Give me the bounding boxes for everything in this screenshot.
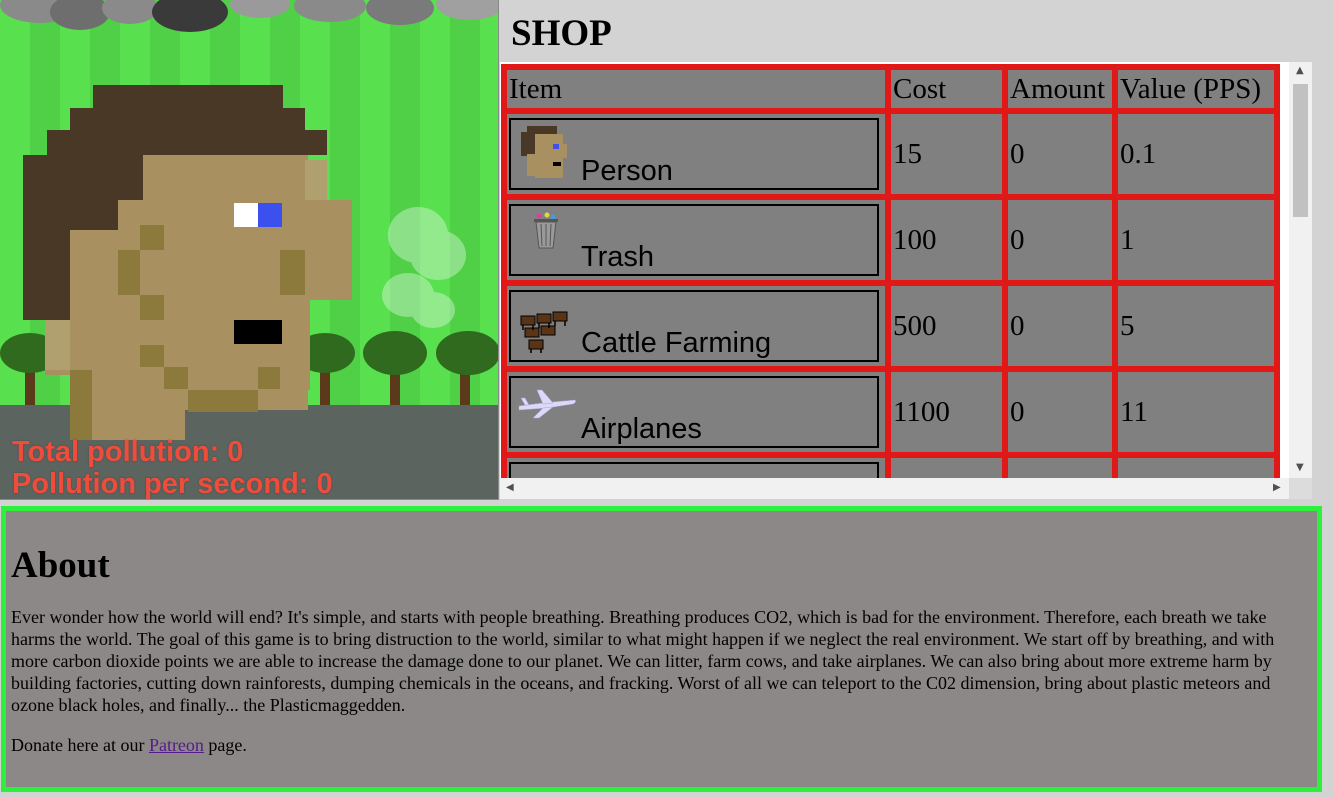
item-name: Person <box>581 155 673 187</box>
pollution-per-second-label: Pollution per second: <box>12 468 317 500</box>
item-name: Airplanes <box>581 413 702 445</box>
shop-item-cell: Cattle Farming <box>505 284 887 368</box>
scroll-left-arrow-icon[interactable]: ◀ <box>506 482 514 493</box>
item-value: 5 <box>1116 284 1276 368</box>
game-canvas: Total pollution: 0 Pollution per second:… <box>0 0 499 500</box>
shop-item-cell: Trash <box>505 198 887 282</box>
vertical-scrollbar[interactable]: ▲ ▼ <box>1289 62 1312 478</box>
item-value: 11 <box>1116 370 1276 454</box>
shop-scroll-container[interactable]: Item Cost Amount Value (PPS) Person 15 0… <box>500 62 1312 499</box>
item-cost: 1100 <box>889 370 1004 454</box>
shop-table: Item Cost Amount Value (PPS) Person 15 0… <box>501 64 1280 478</box>
total-pollution-stat: Total pollution: 0 <box>12 436 243 468</box>
shop-viewport: Item Cost Amount Value (PPS) Person 15 0… <box>500 62 1289 478</box>
scroll-right-arrow-icon[interactable]: ▶ <box>1273 482 1281 493</box>
cattle-icon <box>520 311 568 353</box>
shop-item-cell: Airplanes <box>505 370 887 454</box>
item-amount: 0 <box>1006 112 1114 196</box>
horizontal-scrollbar[interactable]: ◀ ▶ <box>500 478 1289 499</box>
column-header-cost: Cost <box>889 68 1004 110</box>
pollution-per-second-value: 0 <box>316 468 333 500</box>
item-cost <box>889 456 1004 478</box>
trash-can-icon <box>534 212 558 249</box>
item-cost: 500 <box>889 284 1004 368</box>
item-amount: 0 <box>1006 370 1114 454</box>
item-name: Cattle Farming <box>581 327 772 359</box>
buy-next-item-button[interactable] <box>509 462 879 478</box>
item-name: Trash <box>581 241 655 273</box>
shop-row-person: Person 15 0 0.1 <box>505 112 1276 196</box>
donate-suffix: page. <box>203 735 247 755</box>
column-header-item: Item <box>505 68 887 110</box>
pixel-person-head-icon[interactable] <box>0 0 498 499</box>
item-amount <box>1006 456 1114 478</box>
shop-row-airplanes: Airplanes 1100 0 11 <box>505 370 1276 454</box>
item-cost: 15 <box>889 112 1004 196</box>
shop-row-trash: Trash 100 0 1 <box>505 198 1276 282</box>
scroll-down-arrow-icon[interactable]: ▼ <box>1296 462 1304 473</box>
item-amount: 0 <box>1006 284 1114 368</box>
pollution-per-second-stat: Pollution per second: 0 <box>12 468 333 500</box>
buy-airplanes-button[interactable]: Airplanes <box>509 376 879 448</box>
about-body: Ever wonder how the world will end? It's… <box>11 607 1275 715</box>
item-value: 0.1 <box>1116 112 1276 196</box>
airplane-icon <box>518 389 576 419</box>
about-title: About <box>11 545 110 586</box>
item-amount: 0 <box>1006 198 1114 282</box>
scrollbar-corner <box>1289 478 1312 499</box>
item-cost: 100 <box>889 198 1004 282</box>
column-header-amount: Amount <box>1006 68 1114 110</box>
buy-trash-button[interactable]: Trash <box>509 204 879 276</box>
shop-row-cattle-farming: Cattle Farming 500 0 5 <box>505 284 1276 368</box>
shop-header-row: Item Cost Amount Value (PPS) <box>505 68 1276 110</box>
shop-row-next <box>505 456 1276 478</box>
shop-title: SHOP <box>511 13 612 54</box>
donate-line: Donate here at our Patreon page. <box>11 734 1312 756</box>
person-head-icon <box>521 126 567 178</box>
about-section: About Ever wonder how the world will end… <box>1 506 1322 792</box>
total-pollution-label: Total pollution: <box>12 436 228 468</box>
shop-item-cell <box>505 456 887 478</box>
item-value: 1 <box>1116 198 1276 282</box>
vertical-scroll-thumb[interactable] <box>1293 84 1308 217</box>
item-value <box>1116 456 1276 478</box>
buy-cattle-farming-button[interactable]: Cattle Farming <box>509 290 879 362</box>
buy-person-button[interactable]: Person <box>509 118 879 190</box>
shop-item-cell: Person <box>505 112 887 196</box>
patreon-link[interactable]: Patreon <box>149 735 204 755</box>
donate-prefix: Donate here at our <box>11 735 149 755</box>
total-pollution-value: 0 <box>227 436 244 468</box>
scroll-up-arrow-icon[interactable]: ▲ <box>1296 65 1304 76</box>
column-header-value: Value (PPS) <box>1116 68 1276 110</box>
